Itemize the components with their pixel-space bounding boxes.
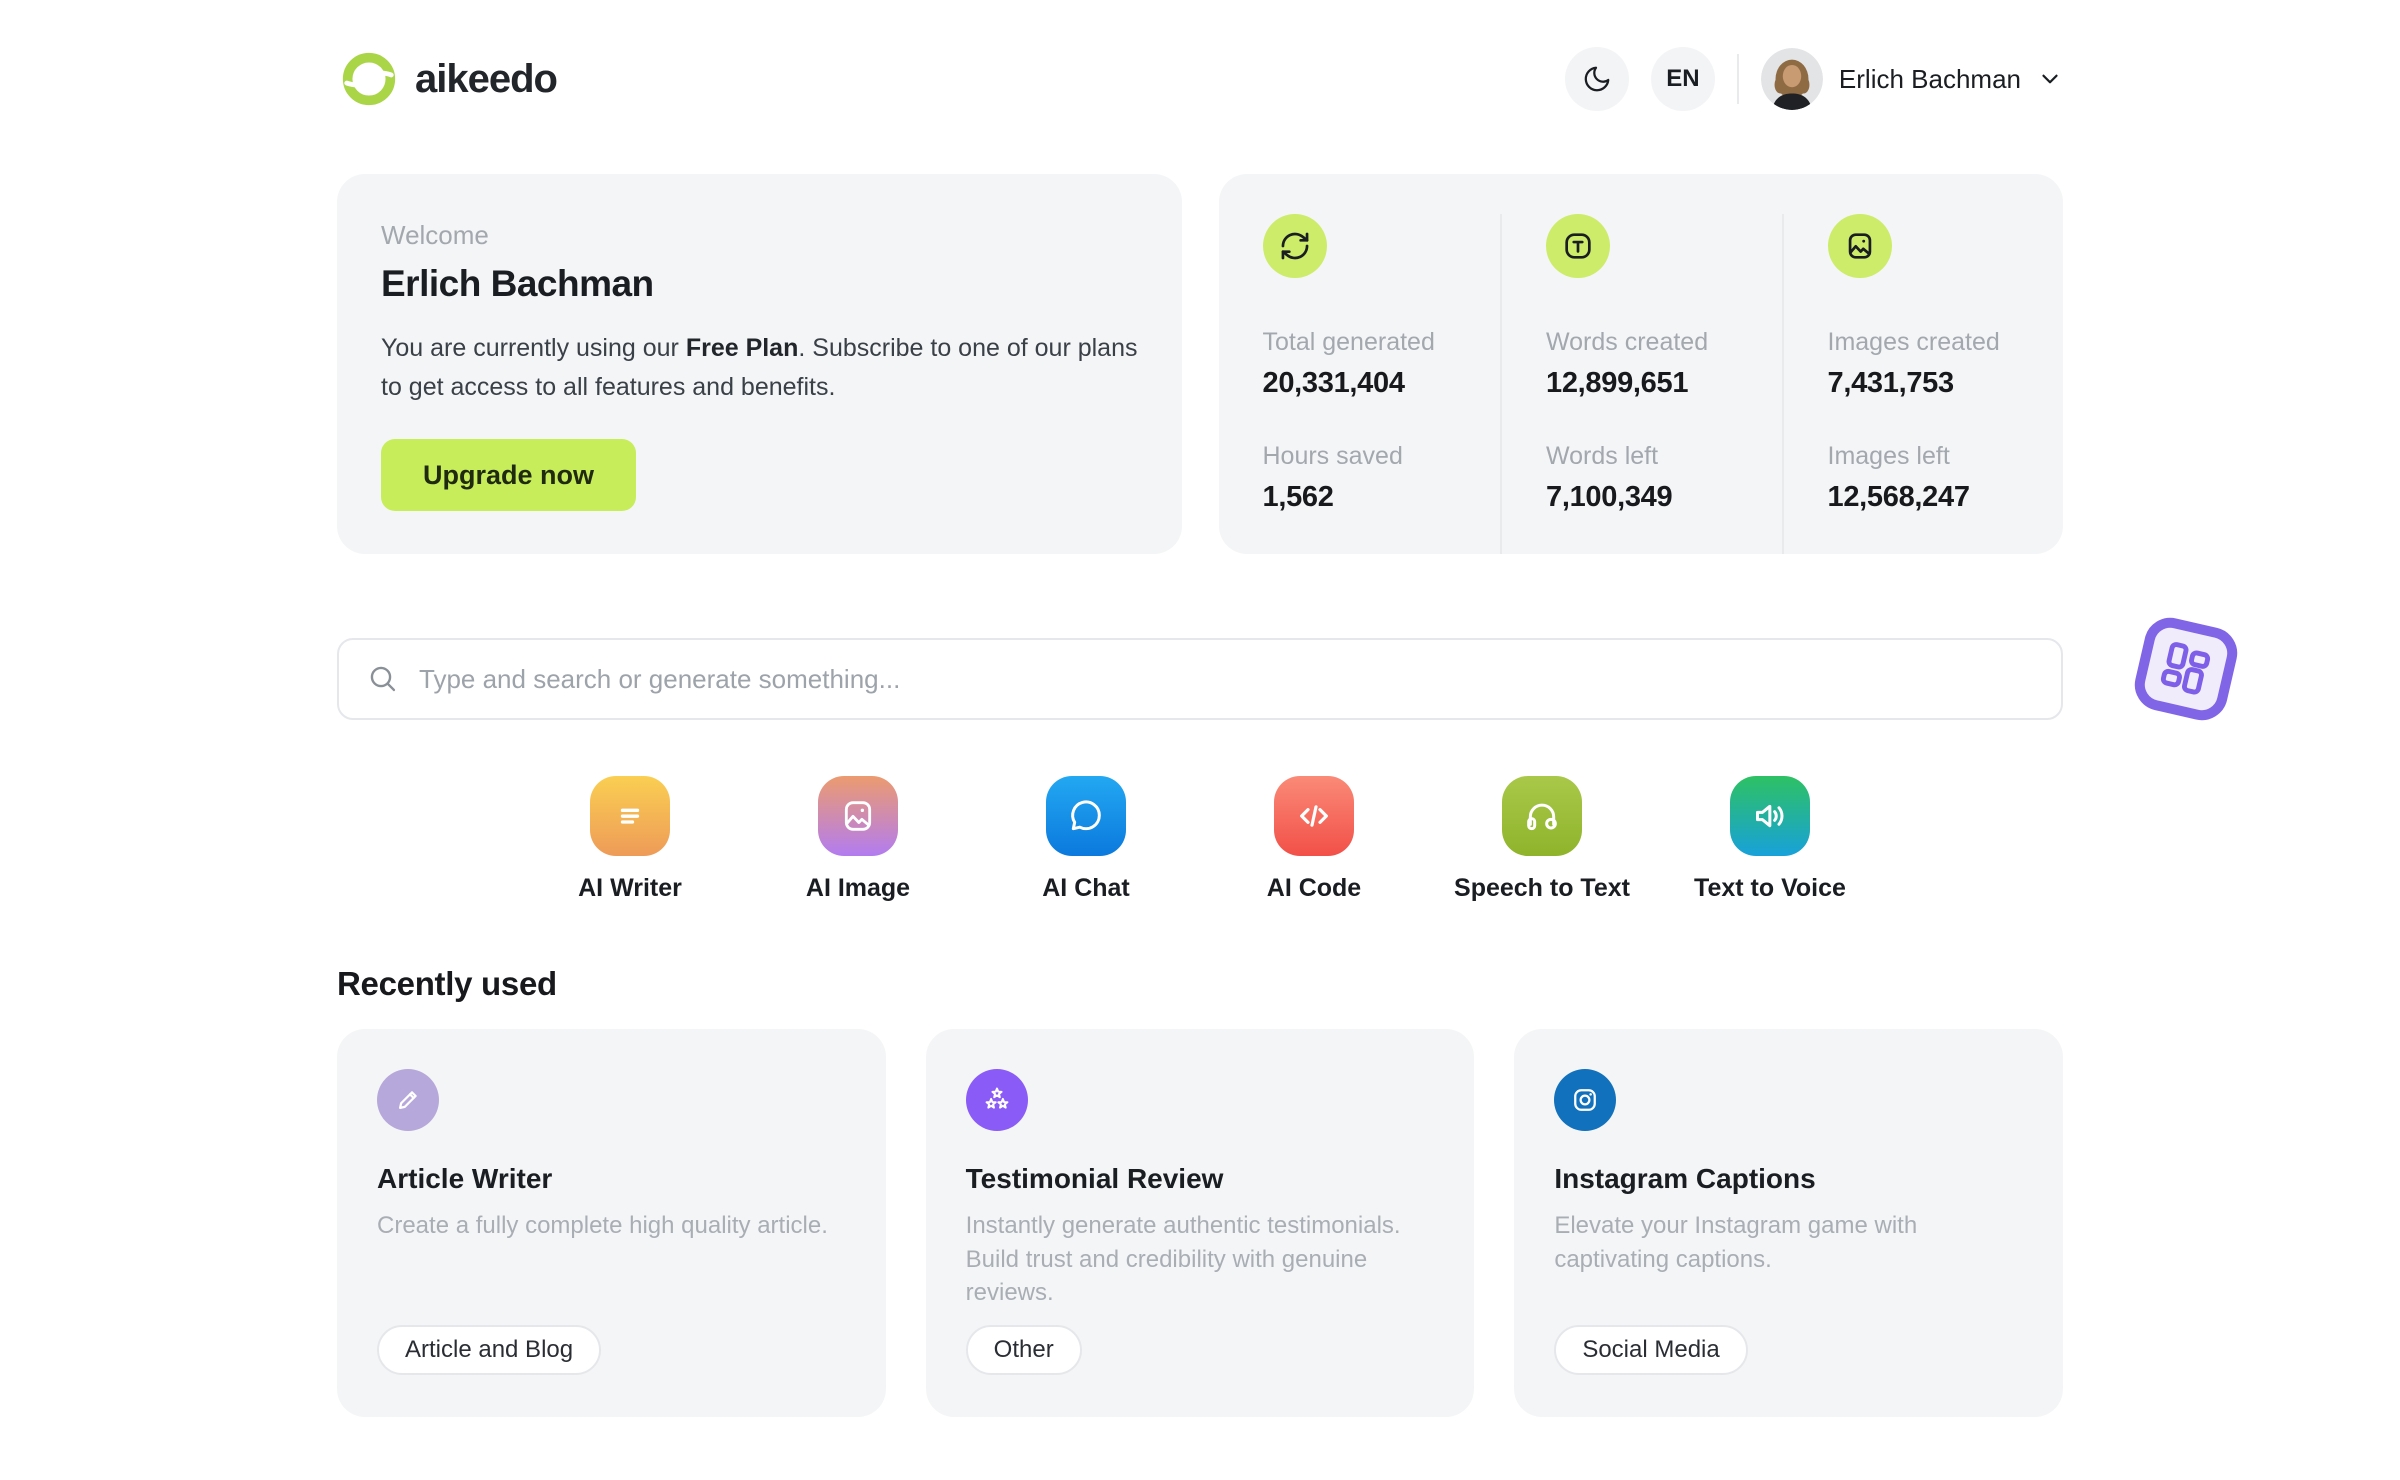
- stat-label: Words created: [1546, 328, 1709, 356]
- refresh-icon: [1262, 214, 1327, 278]
- aikeedo-logo-icon: [342, 52, 396, 106]
- tool-ai-code[interactable]: AI Code: [1200, 776, 1428, 903]
- welcome-card: Welcome Erlich Bachman You are currently…: [337, 174, 1182, 554]
- search-bar: [337, 638, 2063, 720]
- card-description: Create a fully complete high quality art…: [377, 1212, 828, 1239]
- welcome-user-name: Erlich Bachman: [381, 263, 654, 304]
- tool-label: AI Writer: [578, 874, 682, 902]
- dashboard-page: aikeedo EN Erlich Bachman Welcome Erlich…: [337, 0, 2243, 1417]
- card-instagram-captions[interactable]: Instagram Captions Elevate your Instagra…: [1514, 1029, 2063, 1417]
- tool-ai-writer[interactable]: AI Writer: [516, 776, 744, 903]
- brand-name: aikeedo: [415, 56, 558, 101]
- category-badge: Article and Blog: [377, 1325, 602, 1375]
- top-section: Welcome Erlich Bachman You are currently…: [337, 174, 2063, 554]
- stat-label: Images left: [1827, 442, 1950, 470]
- image-icon: [1827, 214, 1892, 278]
- stars-icon: [965, 1069, 1028, 1131]
- stat-value: 12,568,247: [1827, 481, 1970, 513]
- code-icon: [1274, 776, 1354, 856]
- tool-label: AI Code: [1266, 874, 1362, 902]
- header-actions: EN Erlich Bachman: [1564, 47, 2063, 111]
- headphones-icon: [1502, 776, 1582, 856]
- stat-value: 12,899,651: [1546, 367, 1689, 399]
- chevron-down-icon: [2042, 74, 2058, 84]
- tools-row: AI Writer AI Image AI Chat AI Code Speec…: [337, 776, 2063, 903]
- image-icon: [818, 776, 898, 856]
- stat-label: Images created: [1827, 328, 2000, 356]
- stat-words-created: Words created 12,899,651: [1546, 328, 1782, 400]
- stat-value: 7,100,349: [1546, 481, 1673, 513]
- tool-label: AI Image: [805, 874, 911, 902]
- tool-ai-image[interactable]: AI Image: [744, 776, 972, 903]
- pencil-icon: [377, 1069, 439, 1131]
- writer-icon: [590, 776, 670, 856]
- recently-used-grid: Article Writer Create a fully complete h…: [337, 1029, 2063, 1417]
- card-title: Testimonial Review: [965, 1163, 1224, 1194]
- stat-column-images: Images created 7,431,753 Images left 12,…: [1781, 214, 2064, 554]
- stat-words-left: Words left 7,100,349: [1546, 442, 1782, 514]
- chat-icon: [1046, 776, 1126, 856]
- avatar: [1760, 48, 1823, 110]
- brand[interactable]: aikeedo: [337, 47, 558, 111]
- card-title: Instagram Captions: [1554, 1163, 1816, 1194]
- dark-mode-toggle[interactable]: [1564, 47, 1629, 111]
- card-article-writer[interactable]: Article Writer Create a fully complete h…: [337, 1029, 886, 1417]
- language-label: EN: [1666, 65, 1700, 92]
- stat-value: 1,562: [1262, 481, 1334, 513]
- user-menu[interactable]: Erlich Bachman: [1760, 48, 2063, 110]
- user-name: Erlich Bachman: [1838, 63, 2021, 94]
- stat-label: Total generated: [1262, 328, 1435, 356]
- card-testimonial-review[interactable]: Testimonial Review Instantly generate au…: [925, 1029, 1475, 1417]
- apps-sticker-icon: [2129, 612, 2243, 726]
- search-row: [337, 612, 2243, 726]
- plan-name: Free Plan: [685, 334, 799, 362]
- stat-images-created: Images created 7,431,753: [1828, 328, 2064, 400]
- speaker-icon: [1730, 776, 1810, 856]
- usage-stats-card: Total generated 20,331,404 Hours saved 1…: [1218, 174, 2064, 554]
- category-badge: Social Media: [1554, 1325, 1748, 1375]
- card-description: Elevate your Instagram game with captiva…: [1554, 1212, 1918, 1273]
- stat-label: Words left: [1546, 442, 1659, 470]
- stat-column-generated: Total generated 20,331,404 Hours saved 1…: [1219, 214, 1501, 554]
- tool-label: Speech to Text: [1454, 874, 1630, 902]
- language-button[interactable]: EN: [1650, 47, 1715, 111]
- recently-used-section: Recently used Article Writer Create a fu…: [337, 965, 2063, 1417]
- tool-label: AI Chat: [1042, 874, 1130, 902]
- tool-text-to-voice[interactable]: Text to Voice: [1656, 776, 1884, 903]
- text-icon: [1546, 214, 1610, 278]
- card-title: Article Writer: [377, 1163, 553, 1194]
- stat-value: 7,431,753: [1827, 367, 1955, 399]
- welcome-eyebrow: Welcome: [381, 220, 489, 250]
- header: aikeedo EN Erlich Bachman: [337, 0, 2063, 114]
- recently-used-heading: Recently used: [337, 965, 557, 1002]
- stat-label: Hours saved: [1262, 442, 1403, 470]
- tool-label: Text to Voice: [1694, 874, 1846, 902]
- plan-message-prefix: You are currently using our: [381, 334, 686, 362]
- tool-speech-to-text[interactable]: Speech to Text: [1428, 776, 1656, 903]
- header-divider: [1736, 54, 1739, 104]
- tool-ai-chat[interactable]: AI Chat: [972, 776, 1200, 903]
- search-icon: [370, 666, 396, 692]
- stat-column-words: Words created 12,899,651 Words left 7,10…: [1500, 214, 1782, 554]
- instagram-icon: [1554, 1069, 1617, 1131]
- upgrade-button[interactable]: Upgrade now: [381, 439, 637, 511]
- stat-total-generated: Total generated 20,331,404: [1263, 328, 1501, 400]
- stat-images-left: Images left 12,568,247: [1828, 442, 2064, 514]
- moon-icon: [1584, 66, 1610, 92]
- category-badge: Other: [965, 1325, 1082, 1375]
- card-description: Instantly generate authentic testimonial…: [965, 1212, 1401, 1307]
- plan-message: You are currently using our Free Plan. S…: [381, 329, 1138, 407]
- stat-value: 20,331,404: [1262, 367, 1405, 399]
- stat-hours-saved: Hours saved 1,562: [1263, 442, 1501, 514]
- search-input[interactable]: [417, 662, 2033, 696]
